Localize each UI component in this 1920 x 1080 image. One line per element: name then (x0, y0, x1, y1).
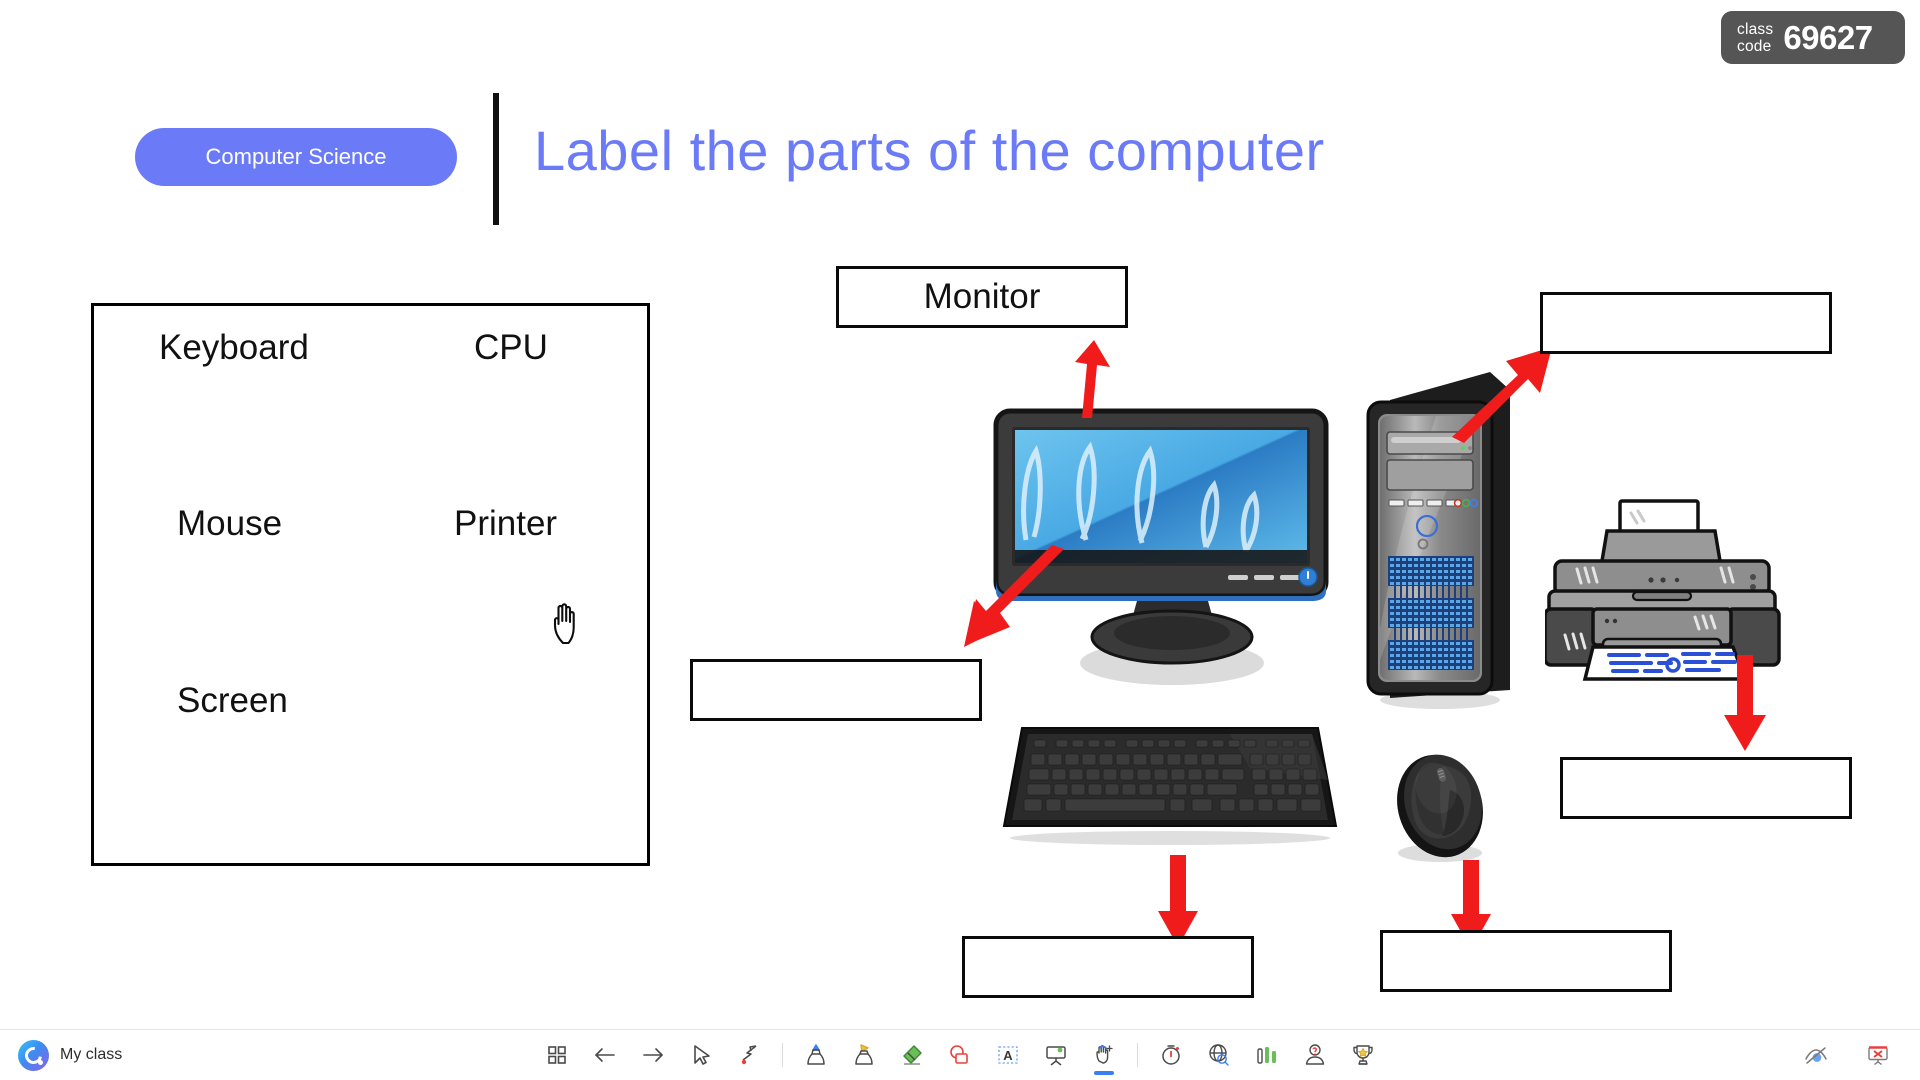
word-bank-box: Keyboard CPU Mouse Printer Screen (91, 303, 650, 866)
grid-view-icon[interactable] (533, 1033, 581, 1077)
class-code-badge: class code 69627 (1721, 11, 1905, 64)
answer-box-cpu[interactable] (1540, 292, 1832, 354)
answer-box-screen[interactable] (690, 659, 982, 721)
answer-text-monitor: Monitor (923, 277, 1041, 316)
slide-canvas: class code 69627 Computer Science Label … (0, 0, 1920, 1080)
toolbar-divider-2 (1137, 1043, 1138, 1067)
arrow-left-icon[interactable] (581, 1033, 629, 1077)
toolbar-tools: A (360, 1030, 1560, 1080)
arrow-to-cpu-label (1448, 345, 1558, 445)
pen-icon[interactable] (792, 1033, 840, 1077)
trophy-icon[interactable] (1339, 1033, 1387, 1077)
word-chip-cpu[interactable]: CPU (474, 328, 548, 368)
word-chip-mouse[interactable]: Mouse (177, 504, 282, 544)
class-code-label-line2: code (1737, 37, 1772, 55)
timer-icon[interactable] (1147, 1033, 1195, 1077)
toolbar-divider-1 (782, 1043, 783, 1067)
highlighter-icon[interactable] (840, 1033, 888, 1077)
word-chip-keyboard[interactable]: Keyboard (159, 328, 309, 368)
subject-pill: Computer Science (135, 128, 457, 186)
eye-off-icon[interactable] (1792, 1033, 1840, 1077)
answer-box-printer[interactable] (1560, 757, 1852, 819)
answer-box-keyboard[interactable] (962, 936, 1254, 998)
drag-hand-icon[interactable] (1080, 1033, 1128, 1077)
poll-icon[interactable] (1243, 1033, 1291, 1077)
laser-pointer-icon[interactable] (725, 1033, 773, 1077)
arrow-right-icon[interactable] (629, 1033, 677, 1077)
stop-presentation-icon[interactable] (1854, 1033, 1902, 1077)
toolbar-right-tools (1792, 1033, 1902, 1077)
svg-text:A: A (1003, 1048, 1013, 1063)
shapes-icon[interactable] (936, 1033, 984, 1077)
class-code-label-line1: class (1737, 20, 1774, 38)
title-divider (493, 93, 499, 225)
mouse-illustration (1388, 748, 1498, 866)
app-logo-icon (18, 1039, 49, 1071)
answer-box-mouse[interactable] (1380, 930, 1672, 992)
class-code-value: 69627 (1783, 18, 1873, 56)
class-code-label: class code (1737, 21, 1773, 55)
eraser-icon[interactable] (888, 1033, 936, 1077)
cursor-icon[interactable] (677, 1033, 725, 1077)
brand-area[interactable]: My class (0, 1039, 300, 1071)
keyboard-illustration (1000, 720, 1340, 845)
arrow-to-printer-label (1721, 655, 1769, 755)
answer-box-monitor[interactable]: Monitor (836, 266, 1128, 328)
page-title: Label the parts of the computer (534, 119, 1325, 182)
arrow-to-screen-label (960, 545, 1070, 655)
word-chip-printer[interactable]: Printer (454, 504, 557, 544)
text-box-icon[interactable]: A (984, 1033, 1032, 1077)
hand-cursor-icon (550, 597, 590, 647)
my-class-label: My class (60, 1046, 123, 1063)
browser-icon[interactable] (1195, 1033, 1243, 1077)
bottom-toolbar: My class A (0, 1029, 1920, 1080)
quiz-icon[interactable] (1291, 1033, 1339, 1077)
word-chip-screen[interactable]: Screen (177, 681, 288, 721)
whiteboard-icon[interactable] (1032, 1033, 1080, 1077)
arrow-to-monitor-label (1072, 340, 1118, 420)
